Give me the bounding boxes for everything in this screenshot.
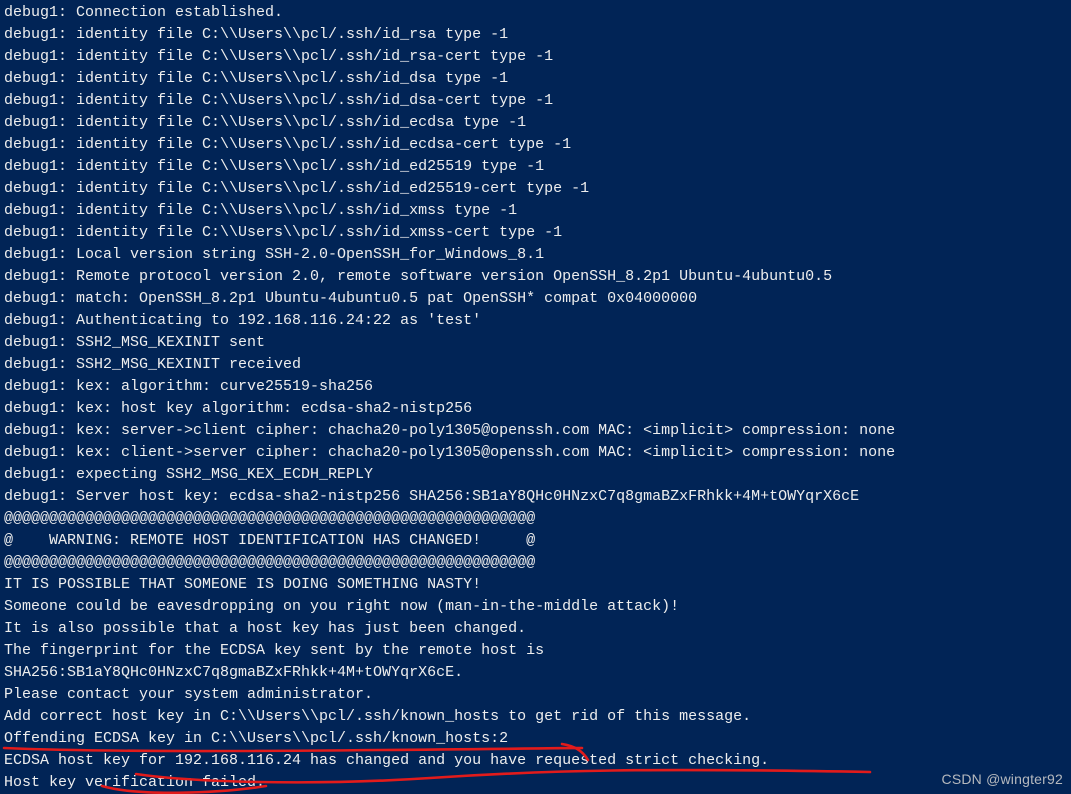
- terminal-line: debug1: Server host key: ecdsa-sha2-nist…: [4, 486, 1067, 508]
- terminal-line: Please contact your system administrator…: [4, 684, 1067, 706]
- terminal-line: debug1: identity file C:\\Users\\pcl/.ss…: [4, 90, 1067, 112]
- terminal-line: debug1: identity file C:\\Users\\pcl/.ss…: [4, 68, 1067, 90]
- terminal-line: debug1: identity file C:\\Users\\pcl/.ss…: [4, 112, 1067, 134]
- terminal-line: IT IS POSSIBLE THAT SOMEONE IS DOING SOM…: [4, 574, 1067, 596]
- terminal-line: Add correct host key in C:\\Users\\pcl/.…: [4, 706, 1067, 728]
- terminal-line: debug1: Local version string SSH-2.0-Ope…: [4, 244, 1067, 266]
- terminal-line: debug1: expecting SSH2_MSG_KEX_ECDH_REPL…: [4, 464, 1067, 486]
- terminal-line: debug1: kex: server->client cipher: chac…: [4, 420, 1067, 442]
- terminal-line: It is also possible that a host key has …: [4, 618, 1067, 640]
- terminal-line: debug1: identity file C:\\Users\\pcl/.ss…: [4, 46, 1067, 68]
- terminal-line: The fingerprint for the ECDSA key sent b…: [4, 640, 1067, 662]
- terminal-line: debug1: kex: host key algorithm: ecdsa-s…: [4, 398, 1067, 420]
- terminal-line: Someone could be eavesdropping on you ri…: [4, 596, 1067, 618]
- terminal-line: debug1: identity file C:\\Users\\pcl/.ss…: [4, 178, 1067, 200]
- terminal-line: @@@@@@@@@@@@@@@@@@@@@@@@@@@@@@@@@@@@@@@@…: [4, 552, 1067, 574]
- terminal-line: debug1: match: OpenSSH_8.2p1 Ubuntu-4ubu…: [4, 288, 1067, 310]
- terminal-line: @@@@@@@@@@@@@@@@@@@@@@@@@@@@@@@@@@@@@@@@…: [4, 508, 1067, 530]
- terminal-line: debug1: SSH2_MSG_KEXINIT sent: [4, 332, 1067, 354]
- terminal-line: debug1: identity file C:\\Users\\pcl/.ss…: [4, 156, 1067, 178]
- terminal-line: debug1: identity file C:\\Users\\pcl/.ss…: [4, 200, 1067, 222]
- terminal-line: Host key verification failed.: [4, 772, 1067, 794]
- terminal-line: debug1: Remote protocol version 2.0, rem…: [4, 266, 1067, 288]
- terminal-line: debug1: identity file C:\\Users\\pcl/.ss…: [4, 24, 1067, 46]
- terminal-line: ECDSA host key for 192.168.116.24 has ch…: [4, 750, 1067, 772]
- terminal-line: Offending ECDSA key in C:\\Users\\pcl/.s…: [4, 728, 1067, 750]
- terminal-line: debug1: identity file C:\\Users\\pcl/.ss…: [4, 134, 1067, 156]
- terminal-line: @ WARNING: REMOTE HOST IDENTIFICATION HA…: [4, 530, 1067, 552]
- ssh-debug-terminal-output: debug1: Connection established.debug1: i…: [4, 2, 1067, 794]
- terminal-line: debug1: kex: client->server cipher: chac…: [4, 442, 1067, 464]
- terminal-line: debug1: Authenticating to 192.168.116.24…: [4, 310, 1067, 332]
- blog-watermark: CSDN @wingter92: [942, 768, 1063, 790]
- terminal-line: debug1: SSH2_MSG_KEXINIT received: [4, 354, 1067, 376]
- terminal-line: SHA256:SB1aY8QHc0HNzxC7q8gmaBZxFRhkk+4M+…: [4, 662, 1067, 684]
- terminal-line: debug1: identity file C:\\Users\\pcl/.ss…: [4, 222, 1067, 244]
- terminal-line: debug1: kex: algorithm: curve25519-sha25…: [4, 376, 1067, 398]
- terminal-line: debug1: Connection established.: [4, 2, 1067, 24]
